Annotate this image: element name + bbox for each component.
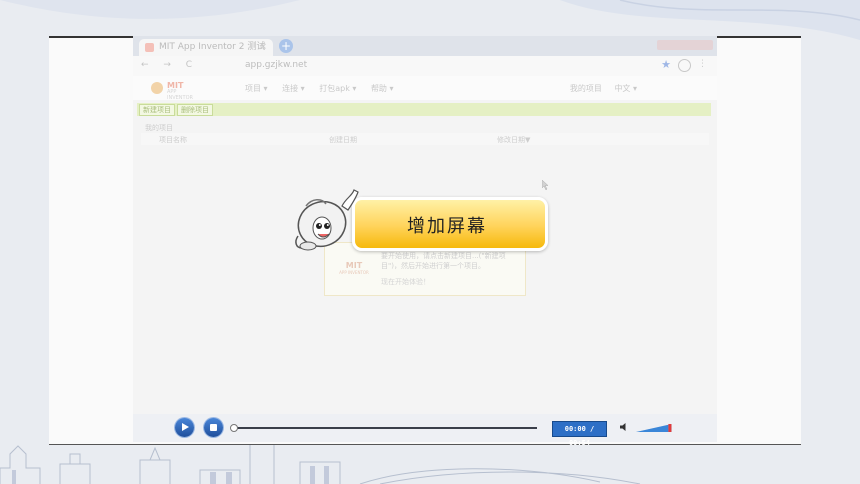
play-icon	[182, 423, 189, 431]
background-wave-decoration	[0, 0, 860, 40]
url-field[interactable]: app.gzjkw.net	[245, 60, 307, 70]
callout-text: 增加屏幕	[407, 216, 487, 237]
navigation-icons[interactable]: ← → C	[141, 60, 198, 70]
new-project-button[interactable]: 新建项目	[139, 104, 175, 116]
project-toolbar: 新建项目 删除项目	[137, 103, 711, 116]
empty-projects-message: 要开始使用，请点击新建项目...("新建项目")，然后开始进行第一个项目。	[381, 252, 506, 270]
account-icon[interactable]	[678, 59, 691, 72]
language-menu[interactable]: 中文 ▾	[614, 84, 637, 93]
step-callout: 增加屏幕	[352, 197, 548, 251]
logo-bee-icon	[151, 82, 163, 94]
menu-build[interactable]: 打包apk ▾	[319, 84, 356, 93]
bookmark-star-icon[interactable]: ★	[661, 58, 671, 71]
empty-logo-sub: APP INVENTOR	[339, 270, 369, 275]
project-table-header: 项目名称 创建日期 修改日期▼	[141, 133, 709, 145]
menu-connect[interactable]: 连接 ▾	[282, 84, 305, 93]
more-menu-icon[interactable]: ⋮	[698, 59, 707, 69]
logo-sub-text: APP INVENTOR	[167, 89, 193, 101]
tab-close-icon[interactable]: ×	[259, 39, 267, 56]
column-header-created[interactable]: 创建日期	[329, 135, 357, 145]
empty-logo-main: MIT	[345, 261, 363, 270]
seek-bar[interactable]	[230, 424, 537, 432]
app-inventor-logo[interactable]: MIT APP INVENTOR	[149, 80, 203, 101]
mouse-pointer-icon	[542, 180, 549, 190]
delete-project-button[interactable]: 删除项目	[177, 104, 213, 116]
project-list-title: 我的项目	[145, 124, 173, 132]
volume-slider[interactable]	[636, 423, 672, 433]
my-projects-link[interactable]: 我的项目	[570, 84, 602, 93]
seek-knob[interactable]	[230, 424, 238, 432]
app-main-menu: 项目 ▾ 连接 ▾ 打包apk ▾ 帮助 ▾	[245, 83, 406, 94]
browser-tab[interactable]: MIT App Inventor 2 测试版 ×	[139, 39, 273, 69]
app-right-menu: 我的项目 中文 ▾	[560, 83, 637, 94]
play-button[interactable]	[175, 418, 194, 437]
new-tab-button[interactable]: +	[279, 39, 293, 53]
time-display: 00:00 / 00:54	[552, 421, 607, 447]
menu-project[interactable]: 项目 ▾	[245, 84, 268, 93]
column-header-name[interactable]: 项目名称	[159, 135, 187, 145]
app-header: MIT APP INVENTOR 项目 ▾ 连接 ▾ 打包apk ▾ 帮助 ▾ …	[133, 76, 717, 101]
stop-button[interactable]	[204, 418, 223, 437]
speaker-icon[interactable]	[619, 422, 629, 432]
stop-icon	[210, 424, 217, 431]
video-player-controls: 00:00 / 00:54	[133, 414, 717, 447]
app-inventor-favicon-icon	[145, 43, 154, 52]
window-controls[interactable]	[657, 40, 713, 50]
column-header-modified[interactable]: 修改日期▼	[497, 135, 530, 145]
empty-box-logo: MIT APP INVENTOR	[337, 253, 371, 279]
mouse-mascot-icon	[295, 189, 359, 251]
menu-help[interactable]: 帮助 ▾	[371, 84, 394, 93]
browser-tab-bar: MIT App Inventor 2 测试版 × +	[133, 36, 717, 69]
address-bar: ← → C app.gzjkw.net ★ ⋮	[133, 56, 717, 76]
get-started-link[interactable]: 现在开始体验！	[381, 277, 430, 287]
